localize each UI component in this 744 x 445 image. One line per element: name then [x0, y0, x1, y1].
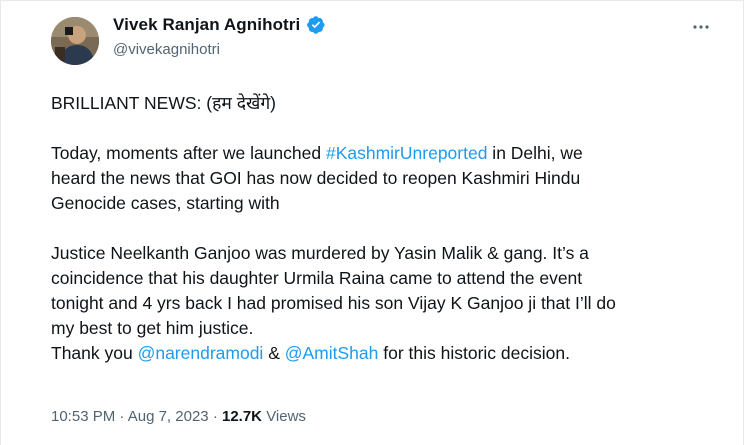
tweet-paragraph-4: Thank you @narendramodi & @AmitShah for … [51, 341, 721, 366]
tweet-line-1: BRILLIANT NEWS: (हम देखेंगे) [51, 93, 277, 113]
tweet-text-segment: for this historic decision. [378, 343, 570, 363]
meta-separator: · [119, 408, 125, 425]
tweet-time[interactable]: 10:53 PM [51, 408, 115, 425]
tweet-text-segment: coincidence that his daughter Urmila Rai… [51, 268, 583, 288]
tweet-text-segment: Genocide cases, starting with [51, 193, 280, 213]
display-name[interactable]: Vivek Ranjan Agnihotri [113, 15, 300, 35]
tweet-text-segment: my best to get him justice. [51, 318, 254, 338]
tweet-text-segment: heard the news that GOI has now decided … [51, 168, 581, 188]
avatar-image [51, 17, 99, 65]
mention-link-narendramodi[interactable]: @narendramodi [138, 343, 264, 363]
tweet-text-segment: tonight and 4 yrs back I had promised hi… [51, 293, 616, 313]
views-count: 12.7K [221, 408, 263, 425]
views-label: Views [266, 408, 306, 425]
tweet-card: Vivek Ranjan Agnihotri @vivekagnihotri B… [0, 0, 744, 445]
author-handle[interactable]: @vivekagnihotri [113, 41, 220, 58]
verified-badge-icon [306, 15, 326, 35]
tweet-paragraph-3: Justice Neelkanth Ganjoo was murdered by… [51, 241, 721, 341]
meta-separator: · [212, 408, 218, 425]
avatar[interactable] [51, 17, 99, 65]
tweet-text-segment: Justice Neelkanth Ganjoo was murdered by… [51, 243, 589, 263]
tweet-text-segment: Today, moments after we launched [51, 143, 326, 163]
tweet-paragraph-2: Today, moments after we launched #Kashmi… [51, 141, 721, 216]
author-name-row: Vivek Ranjan Agnihotri [113, 15, 326, 35]
hashtag-link[interactable]: #KashmirUnreported [326, 143, 487, 163]
mention-link-amitshah[interactable]: @AmitShah [285, 343, 379, 363]
tweet-text-segment: & [263, 343, 285, 363]
tweet-date[interactable]: Aug 7, 2023 [128, 408, 209, 425]
tweet-text-segment: Thank you [51, 343, 138, 363]
tweet-text-segment: in Delhi, we [487, 143, 583, 163]
tweet-text: BRILLIANT NEWS: (हम देखेंगे) Today, mome… [51, 91, 721, 366]
tweet-metadata: 10:53 PM · Aug 7, 2023 · 12.7K Views [51, 408, 306, 425]
more-horizontal-icon[interactable] [689, 15, 713, 39]
